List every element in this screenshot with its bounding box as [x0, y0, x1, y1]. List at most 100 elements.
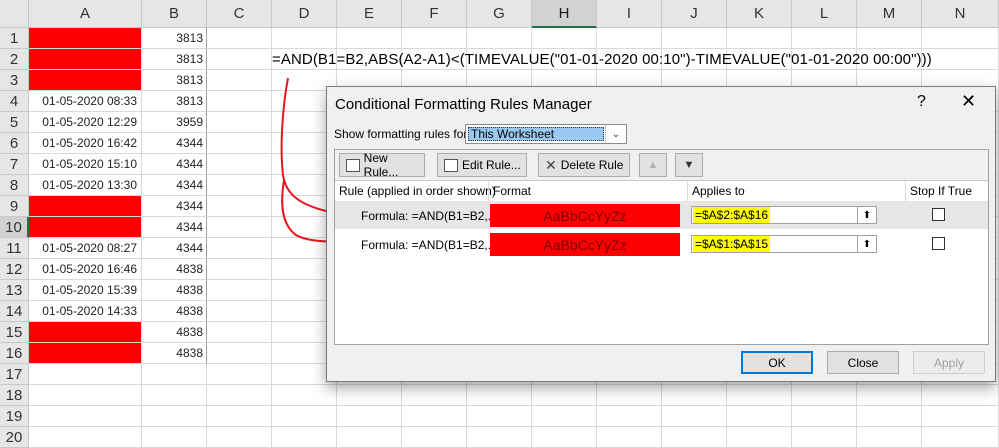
- empty-cell[interactable]: [207, 217, 272, 238]
- empty-cell[interactable]: [792, 385, 857, 406]
- rule-row[interactable]: Formula: =AND(B1=B2,... AaBbCcYyZz =$A$2…: [335, 201, 988, 229]
- row-header[interactable]: 11: [0, 238, 29, 259]
- row-header[interactable]: 17: [0, 364, 29, 385]
- row-header[interactable]: 1: [0, 28, 29, 49]
- empty-cell[interactable]: [207, 343, 272, 364]
- empty-cell[interactable]: [337, 427, 402, 448]
- row-header[interactable]: 19: [0, 406, 29, 427]
- cell-b[interactable]: [142, 406, 207, 427]
- move-up-button[interactable]: ▲: [639, 153, 667, 177]
- empty-cell[interactable]: [597, 385, 662, 406]
- cell-b[interactable]: 4838: [142, 322, 207, 343]
- empty-cell[interactable]: [922, 427, 999, 448]
- empty-cell[interactable]: [402, 427, 467, 448]
- cell-b[interactable]: 4344: [142, 175, 207, 196]
- applies-to-field[interactable]: =$A$2:$A$16 ⬆: [691, 206, 877, 224]
- cell-b[interactable]: 4344: [142, 217, 207, 238]
- empty-cell[interactable]: [597, 427, 662, 448]
- empty-cell[interactable]: [207, 133, 272, 154]
- empty-cell[interactable]: [337, 385, 402, 406]
- cell-a[interactable]: 01-05-2020 12:22: [29, 343, 142, 364]
- empty-cell[interactable]: [207, 49, 272, 70]
- empty-cell[interactable]: [727, 28, 792, 49]
- cell-a[interactable]: 01-05-2020 14:33: [29, 301, 142, 322]
- cell-b[interactable]: [142, 427, 207, 448]
- row-header[interactable]: 15: [0, 322, 29, 343]
- chevron-down-icon[interactable]: ⌄: [605, 125, 626, 143]
- row-header[interactable]: 3: [0, 70, 29, 91]
- column-header-g[interactable]: G: [467, 0, 532, 28]
- cell-a[interactable]: [29, 364, 142, 385]
- row-header[interactable]: 12: [0, 259, 29, 280]
- empty-cell[interactable]: [207, 70, 272, 91]
- show-rules-dropdown[interactable]: This Worksheet ⌄: [465, 124, 627, 144]
- column-header-n[interactable]: N: [922, 0, 999, 28]
- cell-b[interactable]: 4344: [142, 154, 207, 175]
- empty-cell[interactable]: [337, 28, 402, 49]
- column-header-c[interactable]: C: [207, 0, 272, 28]
- cell-a[interactable]: 01-05-2020 15:39: [29, 280, 142, 301]
- empty-cell[interactable]: [532, 385, 597, 406]
- empty-cell[interactable]: [207, 385, 272, 406]
- empty-cell[interactable]: [922, 28, 999, 49]
- close-icon[interactable]: ✕: [961, 91, 976, 112]
- empty-cell[interactable]: [207, 322, 272, 343]
- empty-cell[interactable]: [207, 154, 272, 175]
- cell-b[interactable]: 3813: [142, 91, 207, 112]
- cell-a[interactable]: 01-05-2020 13:30: [29, 175, 142, 196]
- empty-cell[interactable]: [272, 406, 337, 427]
- empty-cell[interactable]: [727, 385, 792, 406]
- help-icon[interactable]: ?: [917, 93, 926, 111]
- empty-cell[interactable]: [532, 28, 597, 49]
- row-header[interactable]: 5: [0, 112, 29, 133]
- row-header[interactable]: 20: [0, 427, 29, 448]
- row-header[interactable]: 18: [0, 385, 29, 406]
- column-header-b[interactable]: B: [142, 0, 207, 28]
- empty-cell[interactable]: [922, 49, 999, 70]
- cell-b[interactable]: 4344: [142, 196, 207, 217]
- rule-row[interactable]: Formula: =AND(B1=B2,... AaBbCcYyZz =$A$1…: [335, 230, 988, 258]
- cell-a[interactable]: [29, 406, 142, 427]
- cell-b[interactable]: 4344: [142, 238, 207, 259]
- cell-a[interactable]: 01-05-2020 15:10: [29, 154, 142, 175]
- cell-b[interactable]: 4838: [142, 301, 207, 322]
- move-down-button[interactable]: ▼: [675, 153, 703, 177]
- empty-cell[interactable]: [207, 91, 272, 112]
- empty-cell[interactable]: [857, 427, 922, 448]
- empty-cell[interactable]: [402, 406, 467, 427]
- row-header[interactable]: 14: [0, 301, 29, 322]
- row-header[interactable]: 10: [0, 217, 29, 238]
- row-header[interactable]: 4: [0, 91, 29, 112]
- cell-a[interactable]: 01-05-2020 11:55: [29, 217, 142, 238]
- empty-cell[interactable]: [207, 238, 272, 259]
- stop-if-true-checkbox[interactable]: [932, 237, 945, 250]
- empty-cell[interactable]: [532, 427, 597, 448]
- range-picker-icon[interactable]: ⬆: [857, 207, 876, 223]
- cell-a[interactable]: 01-05-2020 09:50: [29, 70, 142, 91]
- empty-cell[interactable]: [272, 427, 337, 448]
- stop-if-true-checkbox[interactable]: [932, 208, 945, 221]
- column-header-k[interactable]: K: [727, 0, 792, 28]
- column-header-d[interactable]: D: [272, 0, 337, 28]
- row-header[interactable]: 8: [0, 175, 29, 196]
- empty-cell[interactable]: [207, 280, 272, 301]
- select-all-corner[interactable]: [0, 0, 29, 28]
- empty-cell[interactable]: [792, 406, 857, 427]
- cell-b[interactable]: [142, 364, 207, 385]
- cell-a[interactable]: 01-05-2020 08:33: [29, 91, 142, 112]
- empty-cell[interactable]: [857, 28, 922, 49]
- cell-a[interactable]: [29, 385, 142, 406]
- empty-cell[interactable]: [467, 427, 532, 448]
- row-header[interactable]: 13: [0, 280, 29, 301]
- empty-cell[interactable]: [532, 406, 597, 427]
- empty-cell[interactable]: [597, 406, 662, 427]
- row-header[interactable]: 16: [0, 343, 29, 364]
- edit-rule-button[interactable]: Edit Rule...: [437, 153, 527, 177]
- empty-cell[interactable]: [662, 385, 727, 406]
- cell-a[interactable]: [29, 427, 142, 448]
- empty-cell[interactable]: [207, 427, 272, 448]
- new-rule-button[interactable]: New Rule...: [339, 151, 425, 179]
- applies-to-field[interactable]: =$A$1:$A$15 ⬆: [691, 235, 877, 253]
- empty-cell[interactable]: [857, 385, 922, 406]
- row-header[interactable]: 7: [0, 154, 29, 175]
